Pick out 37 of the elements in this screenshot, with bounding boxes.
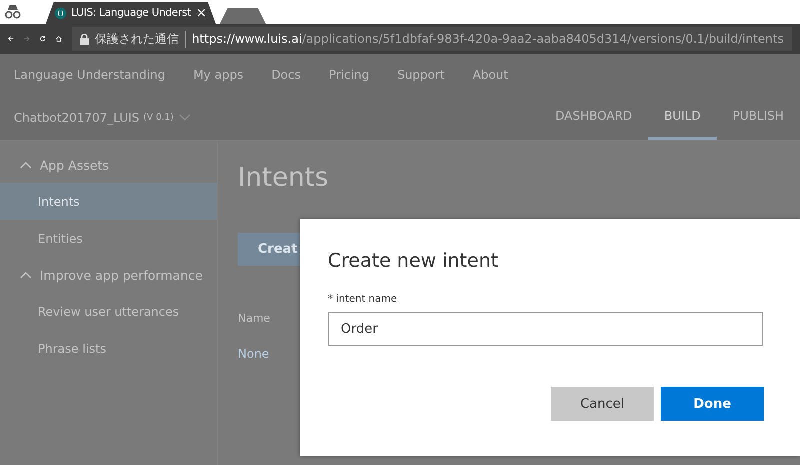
nav-link[interactable]: Pricing [329,68,370,82]
app-version: (V 0.1) [144,112,174,122]
section-title: App Assets [40,158,110,172]
app-tab[interactable]: PUBLISH [716,95,800,140]
app-tab[interactable]: BUILD [648,95,717,140]
browser-tab[interactable]: LUIS: Language Underst × [46,2,216,24]
nav-link[interactable]: My apps [193,68,244,82]
column-header: Name [238,312,272,325]
done-button[interactable]: Done [661,387,764,421]
security-label: 保護された通信 [95,30,186,48]
nav-link[interactable]: Support [397,68,445,82]
sidebar-section[interactable]: Improve app performance [0,257,217,293]
sidebar-item[interactable]: Entities [0,220,217,257]
input-field[interactable]: Order [328,312,763,346]
nav-link[interactable]: Language Understanding [14,68,166,82]
sidebar-section[interactable]: App Assets [0,147,217,183]
section-title: Improve app performance [40,268,203,282]
sidebar-item[interactable]: Intents [0,183,217,220]
url-text: https://www.luis.ai/applications/5f1dbfaf-983f-420a-9aa2-aaba8405d314/versions/0.1/build/intents [192,32,784,46]
chevron-up-icon [20,161,32,169]
lock-icon [80,34,90,44]
address-bar[interactable]: 保護された通信 https://www.luis.ai/applications/5f1dbfaf-983f-420a-9aa2-aaba8405d314/versions/0.1/build/intents [72,27,792,51]
chevron-up-icon [20,271,32,279]
app-name[interactable]: Chatbot201707_LUIS [14,110,140,124]
tab-favicon-icon [55,6,67,20]
app-tab[interactable]: DASHBOARD [539,95,648,140]
cancel-button[interactable]: Cancel [551,387,654,421]
close-icon[interactable]: × [196,6,207,20]
page-title: Intents [238,163,330,193]
sidebar-item[interactable]: Phrase lists [0,330,217,367]
sidebar-item[interactable]: Review user utterances [0,293,217,330]
create-button[interactable]: Creat [238,233,300,266]
nav-link[interactable]: About [472,68,508,82]
incognito-icon [4,4,22,20]
nav-link[interactable]: Docs [272,68,301,82]
dialog-title: Create new intent [328,250,500,272]
field-label: * intent name [328,294,398,305]
